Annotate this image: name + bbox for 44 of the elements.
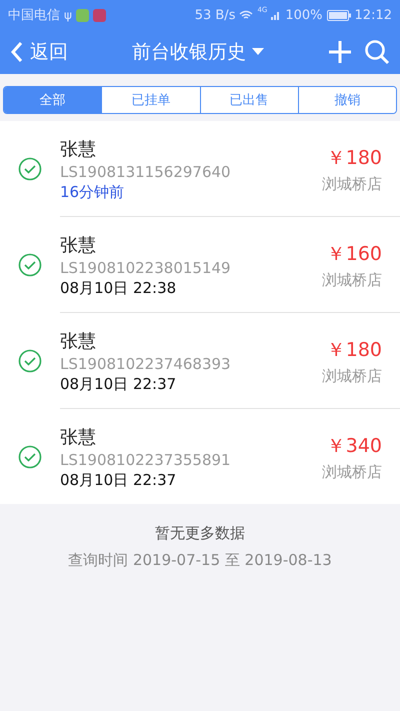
order-time: 08月10日 22:37 [60, 375, 178, 394]
battery-text: 100% [285, 8, 323, 22]
caret-icon [252, 48, 264, 56]
back-button[interactable]: 返回 [10, 39, 68, 65]
check-circle-icon [18, 253, 42, 277]
carrier-text: 中国电信 [8, 7, 60, 24]
customer-name: 张慧 [60, 330, 97, 353]
amount-text: ￥180 [326, 338, 382, 363]
check-circle-icon [18, 349, 42, 373]
store-name: 浏城桥店 [322, 367, 382, 386]
app-icon [92, 8, 106, 22]
order-number: LS1908102237355891 [60, 451, 232, 469]
order-number: LS1908131156297640 [60, 163, 232, 181]
battery-icon [326, 10, 351, 20]
amount-text: ￥180 [326, 146, 382, 171]
query-range-text: 查询时间 2019-07-15 至 2019-08-13 [68, 551, 332, 570]
wifi-icon [239, 10, 254, 20]
store-name: 浏城桥店 [322, 463, 382, 482]
speed-text: 53 B/s [194, 8, 236, 22]
amount-text: ￥160 [326, 242, 382, 267]
customer-name: 张慧 [60, 234, 97, 257]
order-number: LS1908102237468393 [60, 355, 232, 373]
filter-tab[interactable]: 撤销 [298, 87, 396, 113]
app-icon [76, 8, 89, 22]
clock-text: 12:12 [354, 8, 392, 22]
check-circle-icon [18, 444, 42, 468]
customer-name: 张慧 [60, 426, 97, 449]
search-icon[interactable] [364, 39, 390, 65]
filter-tab[interactable]: 全部 [4, 87, 102, 113]
add-icon[interactable] [328, 40, 352, 64]
chevron-left-icon [10, 41, 24, 63]
signal-icon [271, 10, 282, 20]
customer-name: 张慧 [60, 138, 97, 161]
check-circle-icon [18, 157, 42, 181]
order-time: 08月10日 22:38 [60, 279, 178, 298]
amount-text: ￥340 [326, 434, 382, 459]
order-time: 08月10日 22:37 [60, 471, 178, 490]
order-time: 16分钟前 [60, 183, 126, 202]
store-name: 浏城桥店 [322, 271, 382, 290]
title-dropdown[interactable]: 前台收银历史 [80, 39, 316, 65]
no-more-data-text: 暂无更多数据 [155, 524, 245, 543]
usb-icon: ψ [64, 8, 72, 22]
order-number: LS1908102238015149 [60, 259, 232, 277]
store-name: 浏城桥店 [322, 175, 382, 194]
